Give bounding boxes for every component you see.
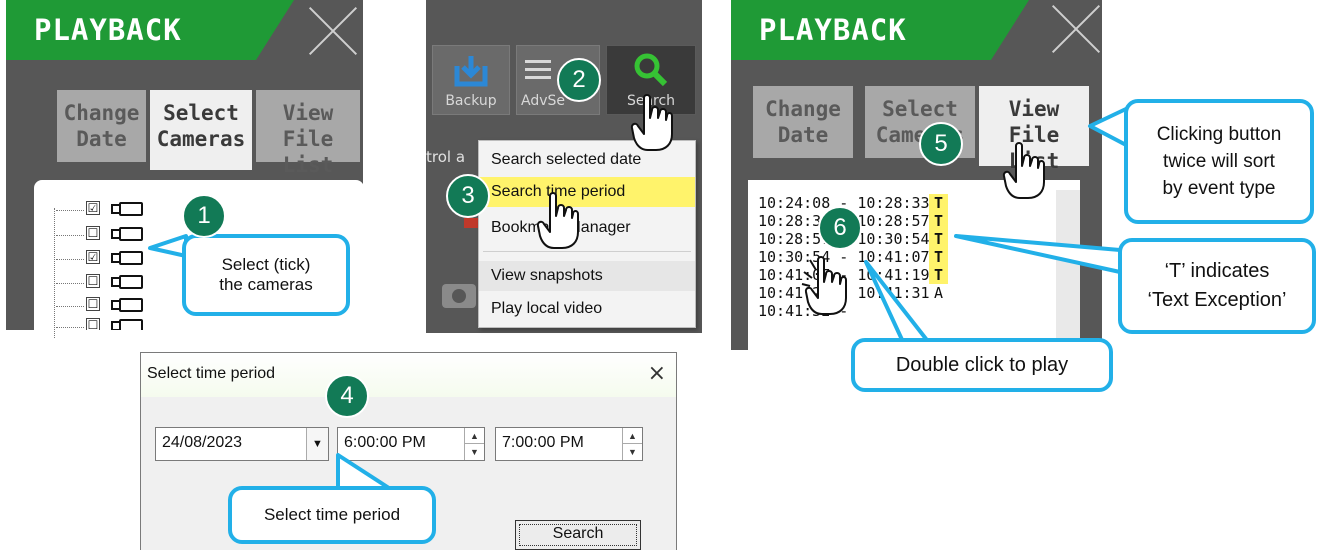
hand-pointer-icon: [536, 192, 579, 249]
callout-text-exception: ‘T’ indicates ‘Text Exception’: [1118, 238, 1316, 334]
hand-pointer-icon: [1002, 142, 1045, 199]
hand-pointer-icon: [801, 256, 847, 315]
hand-pointer-icon: [630, 94, 673, 151]
step-badge: 1: [182, 194, 226, 238]
callout-sort-event-type: Clicking button twice will sort by event…: [1124, 99, 1314, 224]
step-badge: 6: [818, 206, 862, 250]
step-badge: 4: [325, 374, 369, 418]
callout-select-time-period: Select time period: [228, 486, 436, 544]
step-badge: 5: [919, 122, 963, 166]
callout-select-cameras: Select (tick) the cameras: [182, 234, 350, 316]
callout-double-click: Double click to play: [851, 338, 1113, 392]
step-badge: 3: [446, 174, 490, 218]
step-badge: 2: [557, 58, 601, 102]
